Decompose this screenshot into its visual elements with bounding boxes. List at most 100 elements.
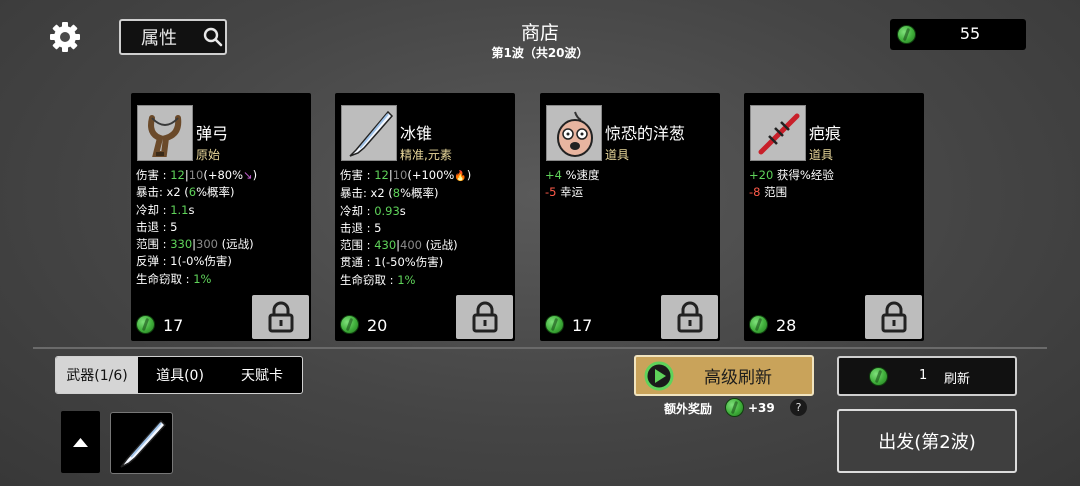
- stat-line: 暴击: x2 (8%概率): [340, 185, 471, 202]
- stat-segment: s: [188, 202, 195, 217]
- item-name: 疤痕: [809, 124, 842, 143]
- stat-segment: ): [252, 168, 258, 182]
- stat-segment: 冷却 :: [340, 203, 375, 218]
- stat-segment: 0.93: [374, 203, 400, 218]
- shop-card-2[interactable]: 冰锥 精准,元素 伤害 : 12|10(+100%🔥) 暴击: x2 (8%概率)…: [335, 93, 515, 341]
- stat-segment: 12: [170, 168, 185, 182]
- stat-line: 反弹 : 1(-0%伤害): [136, 253, 257, 270]
- inventory-tabs: 武器(1/6) 道具(0) 天赋卡: [55, 356, 303, 394]
- stat-line: 范围 : 330|300 (远战): [136, 236, 257, 253]
- money-display: 55: [890, 19, 1026, 50]
- stat-segment: 10: [188, 168, 204, 182]
- lock-icon: [677, 301, 702, 333]
- shop-card-1[interactable]: 弹弓 原始 伤害 : 12|10(+80%↘) 暴击: x2 (6%概率) 冷却 :…: [131, 93, 311, 341]
- stat-segment: ): [466, 168, 472, 182]
- gear-icon[interactable]: [48, 20, 82, 54]
- item-category: 精准,元素: [400, 148, 452, 162]
- stat-segment: 伤害 :: [340, 168, 375, 182]
- start-wave-button[interactable]: 出发(第2波): [837, 409, 1017, 473]
- lock-button[interactable]: [865, 295, 922, 339]
- coin-icon: [897, 25, 916, 44]
- lock-button[interactable]: [252, 295, 309, 339]
- page-title: 商店: [520, 22, 559, 44]
- stat-line: +20 获得%经验: [749, 167, 834, 184]
- stat-line: 伤害 : 12|10(+100%🔥): [340, 167, 471, 185]
- stat-segment: ↘: [243, 168, 253, 182]
- stat-segment: 暴击: x2 (: [340, 186, 393, 201]
- item-price: 17: [572, 316, 593, 335]
- item-category: 道具: [605, 148, 630, 162]
- stat-segment: 300: [196, 237, 218, 252]
- coin-icon: [749, 315, 768, 334]
- stat-line: 击退 : 5: [340, 220, 471, 237]
- item-name: 惊恐的洋葱: [605, 124, 686, 143]
- item-stats: 伤害 : 12|10(+80%↘) 暴击: x2 (6%概率) 冷却 : 1.1s 击…: [136, 167, 257, 288]
- tab-weapons[interactable]: 武器(1/6): [56, 357, 138, 393]
- stat-segment: 430: [374, 238, 397, 253]
- refresh-button[interactable]: 1 刷新: [837, 356, 1017, 396]
- stat-segment: 幸运: [556, 185, 584, 200]
- coin-icon: [869, 367, 888, 386]
- lock-icon: [881, 301, 906, 333]
- stat-line: 击退 : 5: [136, 219, 257, 236]
- stat-segment: (+100%: [407, 168, 455, 182]
- stat-segment: 12: [374, 168, 389, 182]
- stat-segment: s: [399, 203, 406, 218]
- stat-segment: 400: [400, 238, 422, 253]
- shop-card-4[interactable]: 疤痕 道具 +20 获得%经验 -8 范围 28: [744, 93, 924, 341]
- stat-segment: 反弹 : 1(-0%伤害): [136, 254, 232, 269]
- stat-segment: -8: [749, 185, 761, 200]
- stat-line: 贯通 : 1(-50%伤害): [340, 254, 471, 271]
- refresh-cost: 1: [919, 368, 928, 383]
- stat-segment: 范围: [760, 185, 788, 200]
- scared-onion-icon: [546, 105, 602, 161]
- stat-segment: +4: [545, 168, 562, 182]
- stat-segment: 暴击: x2 (: [136, 185, 189, 200]
- stat-segment: 生命窃取 :: [340, 272, 398, 287]
- stat-line: 冷却 : 0.93s: [340, 203, 471, 220]
- inventory-slot-icicle[interactable]: [110, 412, 173, 474]
- shop-card-3[interactable]: 惊恐的洋葱 道具 +4 %速度 -5 幸运 17: [540, 93, 720, 341]
- lock-button[interactable]: [456, 295, 513, 339]
- icicle-icon: [120, 419, 167, 468]
- stat-segment: +20: [749, 168, 774, 182]
- lock-button[interactable]: [661, 295, 718, 339]
- stat-segment: 330: [170, 237, 193, 252]
- stat-segment: 伤害 :: [136, 168, 171, 182]
- stat-segment: %速度: [561, 168, 600, 182]
- triangle-up-icon: [73, 438, 88, 447]
- stat-segment: 范围 :: [136, 237, 171, 252]
- stat-segment: 1%: [193, 271, 212, 286]
- stat-line: -8 范围: [749, 184, 834, 201]
- stat-line: 暴击: x2 (6%概率): [136, 184, 257, 201]
- bonus-value: +39: [748, 401, 775, 415]
- item-category: 道具: [809, 148, 834, 162]
- stat-line: 生命窃取 : 1%: [136, 271, 257, 288]
- attributes-label: 属性: [141, 28, 177, 49]
- lock-icon: [268, 301, 293, 333]
- stat-line: +4 %速度: [545, 167, 600, 184]
- stat-segment: 1%: [397, 272, 416, 287]
- stat-line: 范围 : 430|400 (远战): [340, 237, 471, 254]
- lock-icon: [472, 301, 497, 333]
- item-name: 冰锥: [400, 124, 433, 143]
- item-stats: +4 %速度 -5 幸运: [545, 167, 600, 202]
- stat-line: 冷却 : 1.1s: [136, 202, 257, 219]
- stat-line: 生命窃取 : 1%: [340, 272, 471, 289]
- stat-segment: 击退 : 5: [136, 219, 178, 234]
- advanced-refresh-button[interactable]: 高级刷新: [634, 355, 814, 396]
- expand-button[interactable]: [61, 411, 100, 473]
- wave-indicator: 第1波（共20波）: [491, 46, 589, 60]
- item-price: 28: [776, 316, 797, 335]
- item-price: 17: [163, 316, 184, 335]
- tab-talent-cards[interactable]: 天赋卡: [222, 357, 302, 393]
- tab-items[interactable]: 道具(0): [138, 357, 222, 393]
- attributes-button[interactable]: 属性: [119, 19, 227, 55]
- money-value: 55: [959, 24, 981, 43]
- stat-segment: 贯通 : 1(-50%伤害): [340, 255, 444, 270]
- stat-segment: (远战): [217, 237, 254, 252]
- advanced-refresh-label: 高级刷新: [704, 368, 772, 388]
- help-icon[interactable]: ?: [790, 399, 807, 416]
- stat-segment: 10: [392, 168, 408, 182]
- stat-segment: (远战): [421, 238, 458, 253]
